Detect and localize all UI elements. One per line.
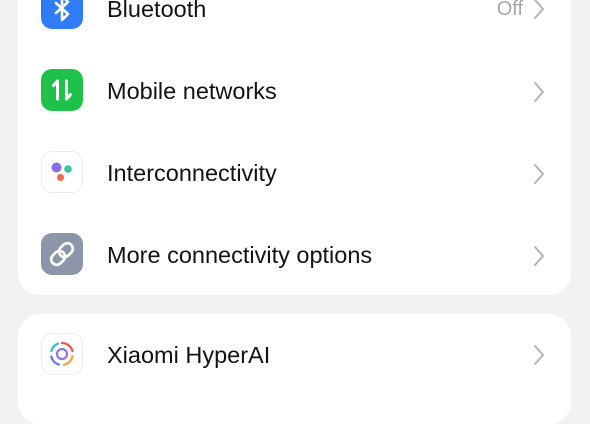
- chevron-right-icon: [532, 0, 546, 20]
- interconnectivity-icon: [41, 151, 83, 193]
- settings-row-interconnectivity[interactable]: Interconnectivity: [18, 134, 571, 216]
- link-icon: [41, 233, 83, 275]
- settings-row-label: Bluetooth: [107, 0, 207, 22]
- bluetooth-status-value: Off: [496, 0, 523, 20]
- chevron-right-icon: [532, 81, 546, 103]
- connectivity-settings-card: Bluetooth Off Mobile networks Interconne…: [18, 0, 571, 295]
- settings-row-bluetooth[interactable]: Bluetooth Off: [18, 0, 571, 52]
- mobile-networks-icon: [41, 69, 83, 111]
- settings-row-label: Mobile networks: [107, 78, 277, 104]
- settings-row-label: Xiaomi HyperAI: [107, 342, 271, 368]
- hyperai-icon: [41, 333, 83, 375]
- settings-row-xiaomi-hyperai[interactable]: Xiaomi HyperAI: [18, 314, 571, 396]
- settings-row-mobile-networks[interactable]: Mobile networks: [18, 52, 571, 134]
- chevron-right-icon: [532, 245, 546, 267]
- chevron-right-icon: [532, 344, 546, 366]
- chevron-right-icon: [532, 163, 546, 185]
- settings-row-label: More connectivity options: [107, 242, 373, 268]
- settings-row-label: Interconnectivity: [107, 160, 277, 186]
- hyperai-settings-card: Xiaomi HyperAI: [18, 314, 571, 424]
- settings-row-more-connectivity-options[interactable]: More connectivity options: [18, 216, 571, 298]
- bluetooth-icon: [41, 0, 83, 29]
